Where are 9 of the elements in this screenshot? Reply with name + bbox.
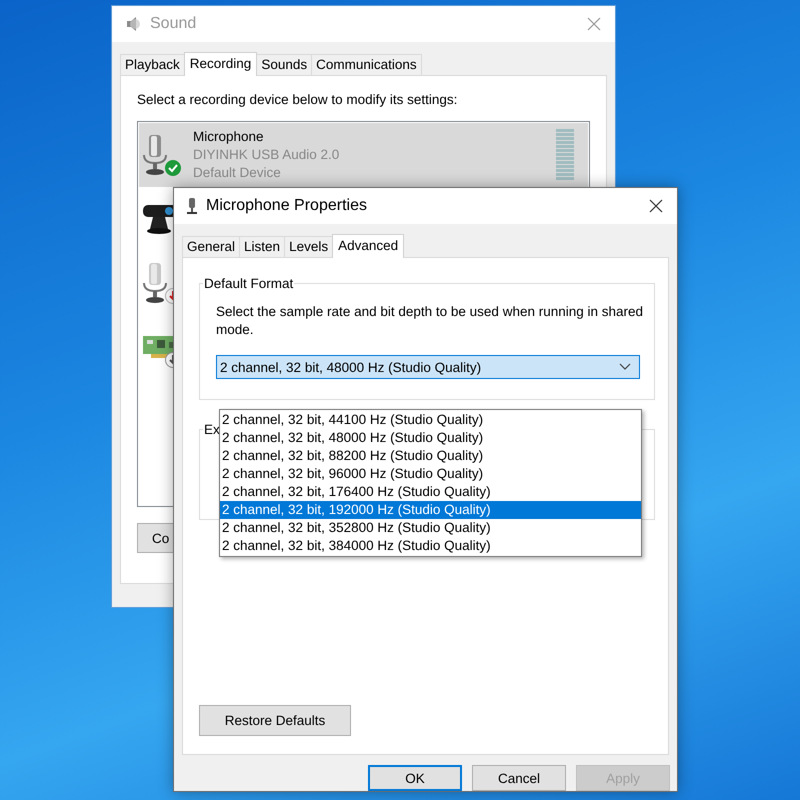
group-title: Default Format <box>203 276 294 291</box>
device-status: Default Device <box>193 164 282 182</box>
window-title: Sound <box>150 15 198 33</box>
format-description: Select the sample rate and bit depth to be used when running in shared mode. <box>216 303 644 339</box>
device-name: Microphone <box>193 128 265 146</box>
window-title: Microphone Properties <box>206 197 368 215</box>
group-title: Ex <box>203 422 221 437</box>
device-description: DIYINHK USB Audio 2.0 <box>193 146 340 164</box>
instruction-text: Select a recording device below to modify its settings: <box>137 92 458 107</box>
